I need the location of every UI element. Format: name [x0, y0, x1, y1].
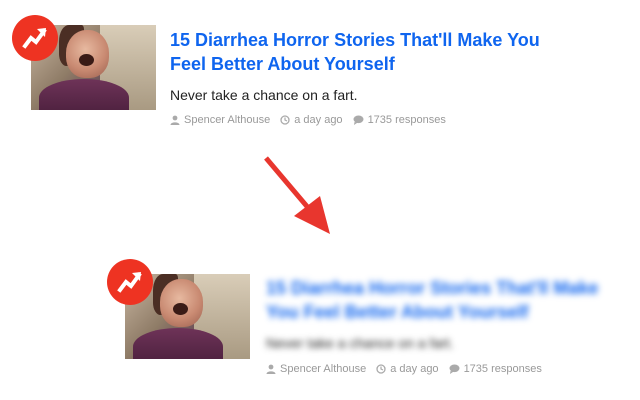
- article-description: Never take a chance on a fart.: [170, 87, 358, 103]
- author-name: Spencer Althouse: [280, 363, 367, 375]
- speech-bubble-icon: [449, 364, 460, 374]
- time-meta: a day ago: [376, 362, 439, 376]
- author-meta[interactable]: Spencer Althouse: [266, 362, 366, 376]
- responses-meta[interactable]: 1735 responses: [353, 113, 446, 127]
- article-text: 15 Diarrhea Horror Stories That'll Make …: [266, 276, 616, 376]
- article-title-link[interactable]: 15 Diarrhea Horror Stories That'll Make …: [170, 28, 570, 76]
- trending-arrow-icon: [22, 28, 47, 49]
- trending-badge: [12, 15, 58, 61]
- article-meta: Spencer Althouse a day ago 1735 response…: [170, 113, 570, 127]
- post-time: a day ago: [390, 363, 439, 375]
- author-name: Spencer Althouse: [184, 114, 271, 126]
- down-right-arrow-icon: [264, 156, 330, 234]
- person-icon: [266, 364, 276, 374]
- speech-bubble-icon: [353, 115, 364, 125]
- trending-arrow-icon: [117, 272, 142, 293]
- comparison-canvas: 15 Diarrhea Horror Stories That'll Make …: [0, 0, 640, 400]
- post-time: a day ago: [294, 114, 343, 126]
- author-meta[interactable]: Spencer Althouse: [170, 113, 270, 127]
- trending-badge: [107, 259, 153, 305]
- clock-icon: [376, 364, 386, 374]
- clock-icon: [280, 115, 290, 125]
- response-count: 1735 responses: [463, 363, 542, 375]
- response-count: 1735 responses: [367, 114, 446, 126]
- article-meta: Spencer Althouse a day ago 1735 response…: [266, 362, 616, 376]
- time-meta: a day ago: [280, 113, 343, 127]
- article-title-link[interactable]: 15 Diarrhea Horror Stories That'll Make …: [266, 276, 616, 324]
- person-icon: [170, 115, 180, 125]
- responses-meta[interactable]: 1735 responses: [449, 362, 542, 376]
- article-description: Never take a chance on a fart.: [266, 335, 454, 351]
- article-text: 15 Diarrhea Horror Stories That'll Make …: [170, 28, 570, 127]
